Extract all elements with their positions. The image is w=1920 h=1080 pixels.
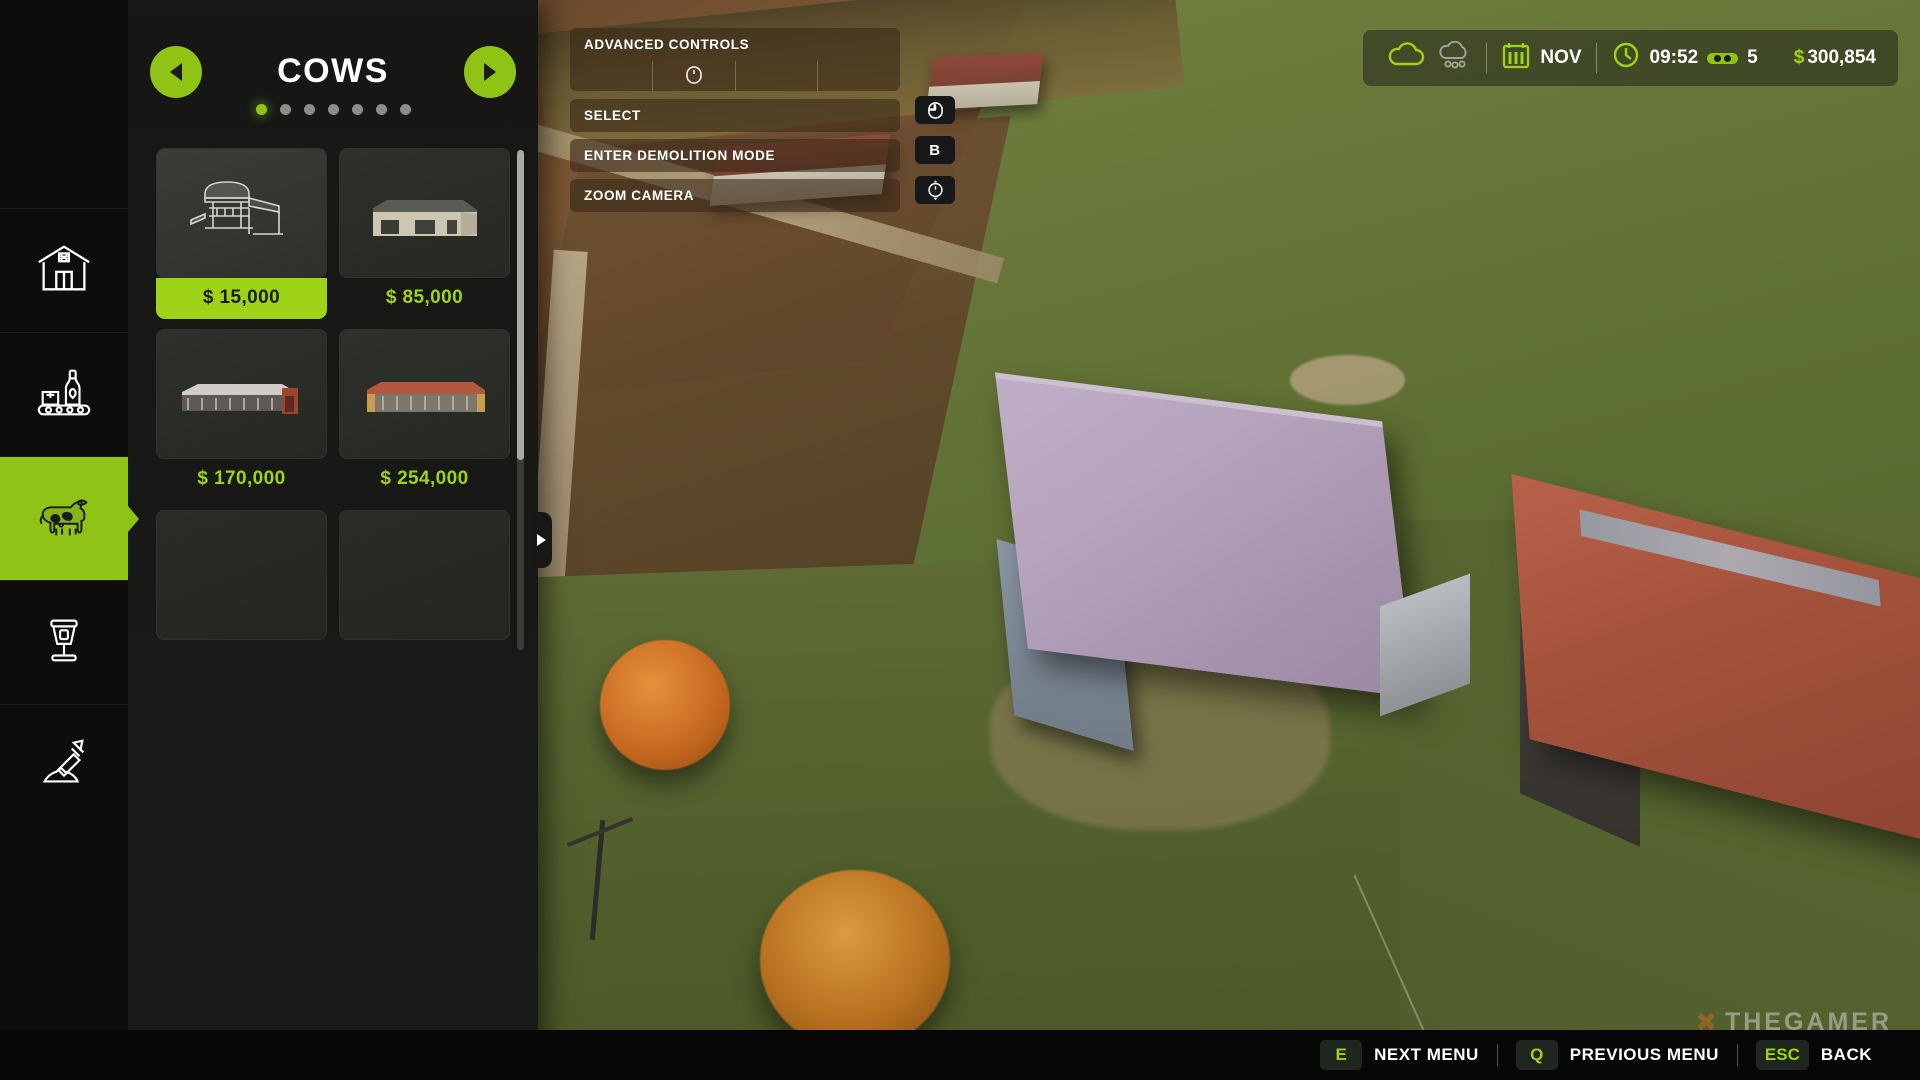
hud-divider <box>1486 43 1488 73</box>
cloud-icon <box>1385 41 1427 75</box>
control-row-select[interactable]: SELECT <box>570 96 955 132</box>
chevron-right-icon <box>484 63 496 81</box>
weather-group <box>1385 40 1472 75</box>
hint-label: NEXT MENU <box>1374 1045 1479 1064</box>
cow-icon <box>33 485 95 552</box>
shop-item-card[interactable]: $ 85,000 <box>339 148 510 319</box>
rain-cloud-icon <box>1436 40 1472 75</box>
time-group: 09:52 5 <box>1611 40 1758 76</box>
item-price: $ 15,000 <box>156 278 327 319</box>
category-sidebar[interactable] <box>0 0 139 1080</box>
item-thumbnail <box>339 148 510 278</box>
control-label: ENTER DEMOLITION MODE <box>584 148 776 163</box>
tree-autumn-1 <box>600 640 730 770</box>
item-thumbnail <box>339 510 510 640</box>
time-speed-value: 5 <box>1747 47 1758 68</box>
scrollbar-thumb[interactable] <box>517 150 524 460</box>
control-row-zoom[interactable]: ZOOM CAMERA <box>570 176 955 212</box>
item-price: $ 170,000 <box>197 468 286 489</box>
item-grid: $ 15,000 $ 85,000 $ 170,000 $ 254,000 <box>128 148 538 660</box>
watermark-text: THEGAMER <box>1724 1008 1892 1036</box>
shop-item-card[interactable]: $ 170,000 <box>156 329 327 500</box>
item-price <box>156 640 327 659</box>
sidebar-item-animals[interactable] <box>0 456 139 580</box>
page-dot-4[interactable] <box>327 104 339 115</box>
item-thumbnail <box>156 510 327 640</box>
building-main-barn[interactable] <box>995 372 1415 698</box>
watermark-logo-icon: ✖ <box>1695 1007 1717 1037</box>
production-conveyor-icon <box>33 361 95 428</box>
page-dot-3[interactable] <box>303 104 315 115</box>
shop-item-card[interactable]: $ 15,000 <box>156 148 327 319</box>
key-e[interactable]: E <box>1320 1040 1363 1070</box>
item-price: $ 254,000 <box>380 468 469 489</box>
hint-next-menu[interactable]: E NEXT MENU <box>1302 1040 1497 1070</box>
shop-panel: COWS $ 15,000 $ 85,000 $ 170,000 $ 254,0… <box>128 0 552 1080</box>
sidebar-item-production[interactable] <box>0 332 128 456</box>
item-thumbnail <box>156 329 327 459</box>
barn-icon <box>33 237 95 304</box>
tree-autumn-2 <box>760 870 950 1050</box>
status-hud: NOV 09:52 5 $ 300,854 <box>1363 30 1898 86</box>
shop-item-card[interactable] <box>156 510 327 659</box>
control-column-4 <box>818 61 900 91</box>
windmill-tower <box>555 820 645 940</box>
clock-icon <box>1611 40 1641 76</box>
sidebar-item-buildings[interactable] <box>0 208 128 332</box>
calendar-icon <box>1501 41 1531 75</box>
page-dot-1[interactable] <box>255 104 267 115</box>
money-group: $ 300,854 <box>1794 47 1876 69</box>
control-row-demolition[interactable]: ENTER DEMOLITION MODE B <box>570 136 955 172</box>
chevron-right-icon <box>536 534 546 546</box>
hint-label: BACK <box>1820 1045 1872 1064</box>
page-dot-2[interactable] <box>279 104 291 115</box>
control-column-2 <box>653 61 736 91</box>
sidebar-top-spacer <box>0 0 128 208</box>
bottom-hint-bar: E NEXT MENU Q PREVIOUS MENU ESC BACK <box>0 1030 1920 1080</box>
shop-item-card[interactable]: $ 254,000 <box>339 329 510 500</box>
item-thumbnail <box>339 329 510 459</box>
hint-back[interactable]: ESC BACK <box>1738 1040 1890 1070</box>
page-indicator-dots[interactable] <box>128 104 538 115</box>
control-column-1 <box>570 61 653 91</box>
item-price: $ 85,000 <box>385 287 464 308</box>
hint-previous-menu[interactable]: Q PREVIOUS MENU <box>1498 1040 1737 1070</box>
dirt-patch <box>1290 355 1405 405</box>
shovel-icon <box>33 733 95 800</box>
page-dot-6[interactable] <box>375 104 387 115</box>
mouse-scroll-icon[interactable] <box>915 176 955 204</box>
shop-item-card[interactable] <box>339 510 510 659</box>
money-value: 300,854 <box>1807 47 1876 68</box>
month-label: NOV <box>1540 47 1582 68</box>
advanced-controls-title: ADVANCED CONTROLS <box>570 28 900 61</box>
item-grid-scrollbar[interactable] <box>517 150 524 650</box>
panel-expand-tab[interactable] <box>530 512 552 568</box>
key-q[interactable]: Q <box>1515 1040 1558 1070</box>
hint-label: PREVIOUS MENU <box>1569 1045 1719 1064</box>
currency-symbol: $ <box>1793 47 1805 68</box>
advanced-controls-panel: ADVANCED CONTROLS SELECT ENTER DEMOLITIO… <box>570 28 955 219</box>
page-dot-5[interactable] <box>351 104 363 115</box>
mouse-icon <box>685 65 703 88</box>
shop-header: COWS <box>128 0 538 160</box>
time-speed-icon[interactable] <box>1707 52 1739 64</box>
key-esc[interactable]: ESC <box>1755 1040 1809 1070</box>
date-group: NOV <box>1501 41 1582 75</box>
item-thumbnail <box>156 148 327 278</box>
advanced-controls-columns <box>570 61 900 91</box>
key-b[interactable]: B <box>915 136 955 164</box>
control-label: ZOOM CAMERA <box>584 188 695 203</box>
page-dot-7[interactable] <box>399 104 411 115</box>
hud-divider <box>1595 43 1597 73</box>
next-category-button[interactable] <box>464 46 516 98</box>
sidebar-item-silos[interactable] <box>0 580 128 704</box>
watermark: ✖ THEGAMER <box>1695 1007 1892 1038</box>
control-label: SELECT <box>584 108 641 123</box>
control-column-3 <box>736 61 819 91</box>
item-price <box>339 640 510 659</box>
clock-time: 09:52 <box>1649 47 1699 68</box>
mouse-left-icon[interactable] <box>915 96 955 124</box>
sidebar-item-landscaping[interactable] <box>0 704 128 828</box>
silo-tank-icon <box>33 609 95 676</box>
